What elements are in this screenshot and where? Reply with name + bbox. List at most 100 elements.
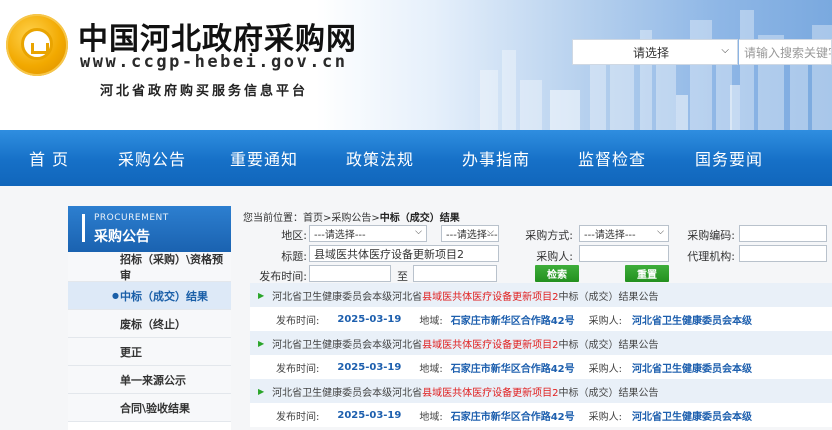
breadcrumb-current: 中标（成交）结果: [379, 213, 460, 224]
method-select-value: ---请选择---: [584, 230, 636, 241]
sidebar-header-title: 采购公告: [94, 229, 150, 245]
result-title-suffix: 中标（成交）结果公告: [558, 339, 659, 351]
result-title-link[interactable]: ▶ 河北省卫生健康委员会本级河北省 县域医共体医疗设备更新项目2 中标（成交）结果公…: [250, 331, 832, 355]
sidebar-item-award-result[interactable]: ● 中标（成交）结果: [68, 282, 231, 310]
results-list: ▶ 河北省卫生健康委员会本级河北省 县域医共体医疗设备更新项目2 中标（成交）结果公…: [250, 283, 832, 427]
chevron-down-icon: ⌵: [721, 45, 729, 56]
date-from-input[interactable]: [309, 265, 391, 282]
list-item: ▶ 河北省卫生健康委员会本级河北省 县域医共体医疗设备更新项目2 中标（成交）结果公…: [250, 379, 832, 427]
nav-item-policies[interactable]: 政策法规: [322, 130, 438, 186]
date-label: 发布时间:: [259, 270, 307, 283]
result-meta: 发布时间: 2025-03-19 地域: 石家庄市新华区合作路42号 采购人: …: [250, 355, 832, 379]
site-header: 中国河北政府采购网 www.ccgp-hebei.gov.cn 河北省政府购买服…: [0, 0, 832, 130]
result-date-label: 发布时间:: [276, 315, 320, 327]
date-to-input[interactable]: [413, 265, 497, 282]
list-item: ▶ 河北省卫生健康委员会本级河北省 县域医共体医疗设备更新项目2 中标（成交）结果公…: [250, 283, 832, 331]
sidebar-item-label: 合同\验收结果: [120, 401, 191, 415]
date-to-label: 至: [397, 270, 408, 283]
nav-item-home[interactable]: 首 页: [0, 130, 98, 186]
arrow-right-icon: ▶: [258, 386, 265, 396]
result-buyer: 河北省卫生健康委员会本级: [632, 363, 753, 375]
code-label: 采购编码:: [687, 229, 735, 242]
result-title-highlight: 县域医共体医疗设备更新项目2: [422, 339, 559, 351]
reset-button[interactable]: 重置: [625, 265, 669, 282]
region-label: 地区:: [281, 229, 307, 242]
result-date: 2025-03-19: [337, 409, 402, 421]
sidebar: PROCUREMENT 采购公告 招标（采购）\资格预审 ● 中标（成交）结果 …: [68, 206, 231, 430]
chevron-down-icon: ⌵: [657, 227, 664, 237]
search-category-value: 请选择: [633, 45, 670, 60]
nav-item-guide[interactable]: 办事指南: [438, 130, 554, 186]
list-item: ▶ 河北省卫生健康委员会本级河北省 县域医共体医疗设备更新项目2 中标（成交）结果公…: [250, 331, 832, 379]
nav-item-procurement[interactable]: 采购公告: [98, 130, 206, 186]
code-input[interactable]: [739, 225, 827, 242]
chevron-down-icon: ⌵: [415, 227, 422, 237]
site-url: www.ccgp-hebei.gov.cn: [80, 52, 348, 72]
result-title-highlight: 县域医共体医疗设备更新项目2: [422, 387, 559, 399]
result-title-suffix: 中标（成交）结果公告: [558, 291, 659, 303]
title-label: 标题:: [281, 250, 307, 263]
arrow-right-icon: ▶: [258, 338, 265, 348]
sidebar-item-label: 废标（终止）: [120, 317, 186, 331]
result-title-highlight: 县域医共体医疗设备更新项目2: [422, 291, 559, 303]
breadcrumb-prefix: 您当前位置：: [243, 213, 303, 224]
sidebar-item-contract[interactable]: 合同\验收结果: [68, 394, 231, 422]
breadcrumb: 您当前位置：首页>采购公告>中标（成交）结果: [243, 209, 460, 224]
buyer-label: 采购人:: [536, 250, 573, 263]
sidebar-item-label: 更正: [120, 345, 142, 359]
search-input[interactable]: 请输入搜索关键字: [739, 39, 832, 65]
search-category-select[interactable]: 请选择 ⌵: [572, 39, 738, 65]
result-title-prefix: 河北省卫生健康委员会本级河北省: [272, 291, 423, 303]
region-select-city[interactable]: ---请选择--- ⌵: [441, 225, 499, 242]
nav-item-state-news[interactable]: 国务要闻: [670, 130, 788, 186]
site-subtitle: 河北省政府购买服务信息平台: [100, 84, 309, 99]
sidebar-header-bar: [82, 214, 85, 242]
breadcrumb-path[interactable]: 首页>采购公告>: [303, 213, 380, 224]
result-region: 石家庄市新华区合作路42号: [450, 315, 575, 327]
result-buyer: 河北省卫生健康委员会本级: [632, 315, 753, 327]
sidebar-header: PROCUREMENT 采购公告: [68, 206, 231, 252]
result-title-link[interactable]: ▶ 河北省卫生健康委员会本级河北省 县域医共体医疗设备更新项目2 中标（成交）结果公…: [250, 283, 832, 307]
result-meta: 发布时间: 2025-03-19 地域: 石家庄市新华区合作路42号 采购人: …: [250, 307, 832, 331]
result-title-prefix: 河北省卫生健康委员会本级河北省: [272, 387, 423, 399]
result-date: 2025-03-19: [337, 361, 402, 373]
nav-item-notices[interactable]: 重要通知: [206, 130, 322, 186]
sidebar-item-label: 招标（采购）\资格预审: [120, 252, 224, 282]
agency-input[interactable]: [739, 245, 827, 262]
result-date: 2025-03-19: [337, 313, 402, 325]
sidebar-item-correction[interactable]: 更正: [68, 338, 231, 366]
agency-label: 代理机构:: [687, 250, 735, 263]
main-content: 您当前位置：首页>采购公告>中标（成交）结果 地区: ---请选择--- ⌵ --…: [233, 206, 832, 430]
sidebar-item-label: 单一来源公示: [120, 373, 186, 387]
method-label: 采购方式:: [525, 229, 573, 242]
chevron-down-icon: ⌵: [487, 227, 494, 237]
region-select-value: ---请选择---: [314, 230, 366, 241]
bullet-icon: ●: [112, 291, 119, 300]
result-title-suffix: 中标（成交）结果公告: [558, 387, 659, 399]
result-buyer: 河北省卫生健康委员会本级: [632, 411, 753, 423]
title-input[interactable]: 县域医共体医疗设备更新项目2: [309, 245, 499, 262]
nav-item-supervision[interactable]: 监督检查: [554, 130, 670, 186]
city-skyline-graphic: [480, 10, 832, 130]
sidebar-item-single-source[interactable]: 单一来源公示: [68, 366, 231, 394]
region-select-province[interactable]: ---请选择--- ⌵: [309, 225, 427, 242]
result-region: 石家庄市新华区合作路42号: [450, 411, 575, 423]
arrow-right-icon: ▶: [258, 290, 265, 300]
result-region-label: 地域:: [419, 315, 443, 327]
search-button[interactable]: 检索: [535, 265, 579, 282]
sidebar-item-void[interactable]: 废标（终止）: [68, 310, 231, 338]
result-buyer-label: 采购人:: [588, 411, 623, 423]
result-title-link[interactable]: ▶ 河北省卫生健康委员会本级河北省 县域医共体医疗设备更新项目2 中标（成交）结果公…: [250, 379, 832, 403]
method-select[interactable]: ---请选择--- ⌵: [579, 225, 669, 242]
main-nav: 首 页 采购公告 重要通知 政策法规 办事指南 监督检查 国务要闻: [0, 130, 832, 186]
sidebar-header-en: PROCUREMENT: [94, 213, 169, 223]
result-date-label: 发布时间:: [276, 363, 320, 375]
sidebar-item-tender[interactable]: 招标（采购）\资格预审: [68, 252, 231, 282]
buyer-input[interactable]: [579, 245, 669, 262]
site-logo-icon[interactable]: [6, 14, 68, 76]
result-buyer-label: 采购人:: [588, 363, 623, 375]
result-buyer-label: 采购人:: [588, 315, 623, 327]
result-region-label: 地域:: [419, 411, 443, 423]
result-region-label: 地域:: [419, 363, 443, 375]
